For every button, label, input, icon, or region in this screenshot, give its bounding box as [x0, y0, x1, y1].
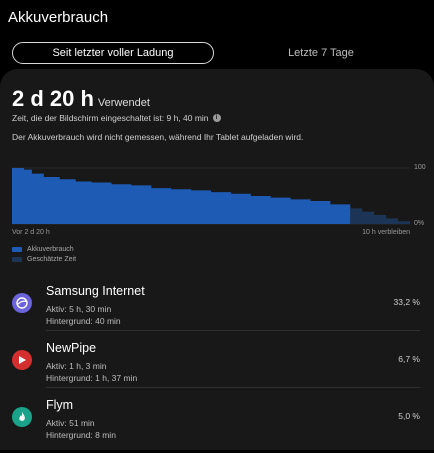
app-active-time: Aktiv: 1 h, 3 min — [46, 361, 107, 371]
legend-item-usage: Akkuverbrauch — [12, 244, 76, 254]
tab-last-7-days[interactable]: Letzte 7 Tage — [220, 42, 422, 64]
legend-swatch-usage — [12, 246, 22, 252]
app-background-time: Hintergrund: 40 min — [46, 316, 121, 326]
screen-on-time: Zeit, die der Bildschirm eingeschaltet i… — [12, 113, 221, 123]
battery-chart: 100 0% Vor 2 d 20 h 10 h verbleiben — [12, 164, 426, 236]
y-tick-0: 0% — [414, 220, 424, 227]
legend-swatch-estimated — [12, 256, 22, 262]
charging-notice: Der Akkuverbrauch wird nicht gemessen, w… — [12, 132, 304, 142]
newpipe-icon — [12, 350, 32, 370]
divider — [46, 387, 420, 388]
app-percent: 33,2 % — [393, 297, 420, 307]
usage-value: 2 d 20 h — [12, 86, 94, 111]
estimated-area — [350, 208, 410, 224]
y-tick-100: 100 — [414, 164, 426, 171]
legend-label-estimated: Geschätzte Zeit — [27, 255, 77, 263]
usage-summary: 2 d 20 h Verwendet — [12, 86, 150, 112]
flym-icon — [12, 407, 32, 427]
app-name: Flym — [46, 398, 74, 412]
app-percent: 6,7 % — [398, 354, 420, 364]
usage-label: Verwendet — [97, 97, 150, 109]
app-name: Samsung Internet — [46, 284, 145, 298]
divider — [46, 330, 420, 331]
screen-on-time-text: Zeit, die der Bildschirm eingeschaltet i… — [12, 113, 209, 123]
tab-since-last-charge[interactable]: Seit letzter voller Ladung — [12, 42, 214, 64]
app-row-flym[interactable]: Flym Aktiv: 51 min Hintergrund: 8 min 5,… — [0, 397, 434, 453]
legend-label-usage: Akkuverbrauch — [27, 245, 74, 253]
app-background-time: Hintergrund: 8 min — [46, 430, 116, 440]
chart-legend: Akkuverbrauch Geschätzte Zeit — [12, 244, 76, 264]
app-active-time: Aktiv: 5 h, 30 min — [46, 304, 112, 314]
app-percent: 5,0 % — [398, 411, 420, 421]
page-title: Akkuverbrauch — [8, 9, 109, 26]
x-end-label: 10 h verbleiben — [362, 229, 410, 236]
usage-area — [12, 168, 351, 224]
app-name: NewPipe — [46, 341, 97, 355]
info-icon[interactable]: i — [212, 114, 221, 122]
top-bar: Akkuverbrauch — [0, 0, 434, 36]
app-background-time: Hintergrund: 1 h, 37 min — [46, 373, 138, 383]
x-start-label: Vor 2 d 20 h — [12, 229, 50, 236]
legend-item-estimated: Geschätzte Zeit — [12, 254, 76, 264]
samsung-internet-icon — [12, 293, 32, 313]
app-active-time: Aktiv: 51 min — [46, 418, 95, 428]
